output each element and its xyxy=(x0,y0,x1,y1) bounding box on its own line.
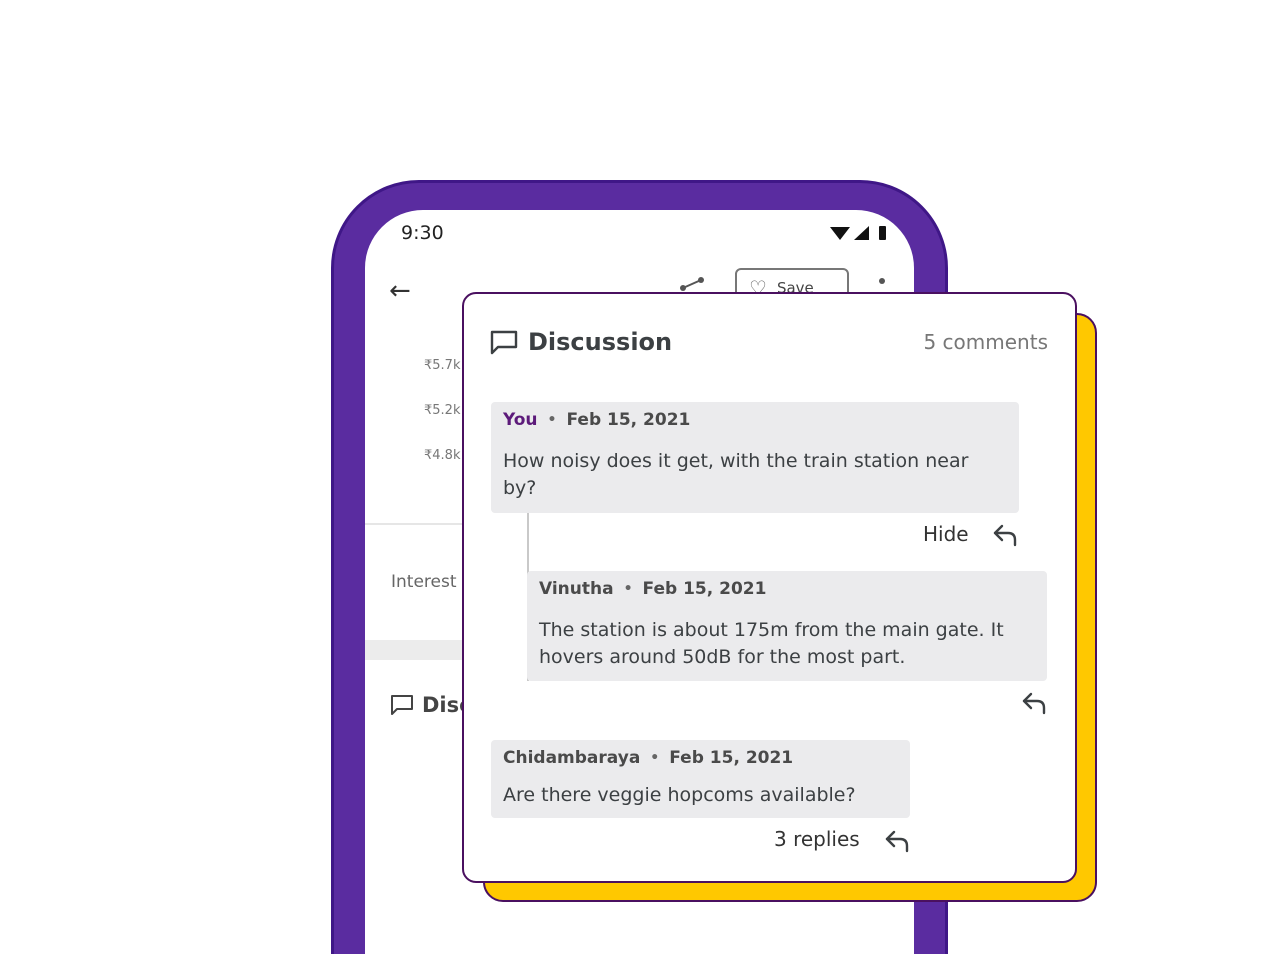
comment-author[interactable]: Chidambaraya xyxy=(503,748,640,768)
comment-date: Feb 15, 2021 xyxy=(669,748,794,768)
battery-icon xyxy=(879,226,886,240)
comment-text: Are there veggie hopcoms available? xyxy=(503,784,856,806)
discussion-heading-behind: Disc xyxy=(390,693,472,717)
price-label: ₹5.7k xyxy=(424,358,461,373)
comment-meta: Chidambaraya • Feb 15, 2021 xyxy=(503,748,898,768)
comment-count: 5 comments xyxy=(923,330,1048,354)
comment-author[interactable]: You xyxy=(503,410,538,430)
comment-meta: Vinutha • Feb 15, 2021 xyxy=(539,579,1035,599)
discussion-header: Discussion xyxy=(490,328,672,356)
status-time: 9:30 xyxy=(401,222,444,244)
replies-count-button[interactable]: 3 replies xyxy=(774,827,860,851)
meta-separator: • xyxy=(623,581,633,597)
comment-bubble: Chidambaraya • Feb 15, 2021 Are there ve… xyxy=(491,740,910,818)
discussion-card: Discussion 5 comments You • Feb 15, 2021… xyxy=(462,292,1077,883)
comment-date: Feb 15, 2021 xyxy=(642,579,767,599)
comment-text: The station is about 175m from the main … xyxy=(539,619,1004,668)
wifi-icon xyxy=(830,227,850,240)
comment-icon xyxy=(490,330,518,355)
reply-icon[interactable] xyxy=(992,523,1020,547)
more-options-icon[interactable] xyxy=(879,278,885,284)
interested-label: Interest xyxy=(391,572,457,592)
status-icons xyxy=(830,226,886,240)
discussion-title: Discussion xyxy=(528,328,673,356)
comment-meta: You • Feb 15, 2021 xyxy=(503,410,1007,430)
comment-date: Feb 15, 2021 xyxy=(566,410,691,430)
comment-text: How noisy does it get, with the train st… xyxy=(503,450,969,499)
price-label: ₹4.8k xyxy=(424,448,461,463)
comment-icon xyxy=(391,695,413,715)
reply-icon[interactable] xyxy=(1021,691,1049,715)
meta-separator: • xyxy=(547,412,557,428)
signal-icon xyxy=(854,226,869,240)
back-arrow-icon[interactable]: ← xyxy=(389,278,411,304)
reply-bubble: Vinutha • Feb 15, 2021 The station is ab… xyxy=(527,571,1047,681)
comment-author[interactable]: Vinutha xyxy=(539,579,614,599)
price-label: ₹5.2k xyxy=(424,403,461,418)
reply-icon[interactable] xyxy=(884,829,912,853)
comment-bubble: You • Feb 15, 2021 How noisy does it get… xyxy=(491,402,1019,513)
meta-separator: • xyxy=(650,750,660,766)
hide-replies-button[interactable]: Hide xyxy=(923,522,969,546)
